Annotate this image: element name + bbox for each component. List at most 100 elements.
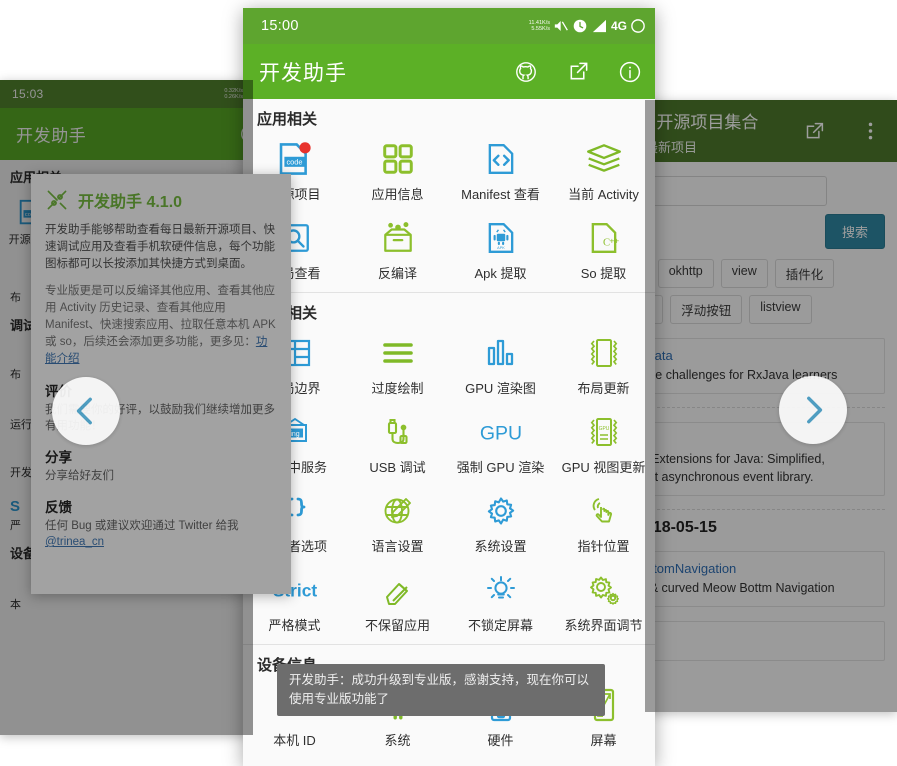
- grid-item-pointer-location[interactable]: 指针位置: [552, 484, 655, 563]
- left-partial-label-8: 本: [10, 599, 21, 611]
- grid-item-label: USB 调试: [369, 460, 426, 475]
- left-net-down: 0.26K/s: [224, 94, 243, 100]
- center-app-title: 开发助手: [259, 61, 347, 85]
- grid-item-system-ui-tuner[interactable]: 系统界面调节: [552, 563, 655, 642]
- eraser-icon: [381, 570, 415, 610]
- grid-item-apk-extract[interactable]: APK Apk 提取: [449, 211, 552, 290]
- about-dialog-paragraph-2: 专业版更是可以反编译其他应用、查看其他应用 Activity 历史记录、查看其他…: [31, 283, 291, 368]
- overflow-menu-icon[interactable]: [857, 118, 883, 144]
- grid-item-label: 屏幕: [590, 733, 617, 748]
- grid-item-local-apps[interactable]: 本机应用: [552, 757, 655, 766]
- twitter-handle-link[interactable]: @trinea_cn: [45, 536, 104, 548]
- svg-text:code: code: [286, 157, 302, 166]
- layers-icon: [585, 139, 623, 179]
- grid-item-system-settings[interactable]: 系统设置: [449, 484, 552, 563]
- mute-icon: [554, 19, 569, 33]
- grid-item-manifest[interactable]: Manifest 查看: [449, 132, 552, 211]
- four-squares-icon: [381, 139, 415, 179]
- bar-chart-icon: [486, 333, 516, 373]
- grid-item-network[interactable]: 网络相关: [243, 757, 346, 766]
- svg-text:HD: HD: [594, 21, 600, 25]
- svg-text:GPU: GPU: [479, 422, 521, 444]
- grid-item-usb-debug[interactable]: USB 调试: [346, 405, 449, 484]
- toast-message: 开发助手：成功升级到专业版，感谢支持，现在你可以使用专业版功能了: [277, 664, 605, 716]
- center-net-down: 5.55K/s: [531, 26, 550, 32]
- next-screenshot-button[interactable]: [779, 376, 847, 444]
- project-card[interactable]: RxJava Reactive Extensions for Java: Sim…: [645, 422, 885, 496]
- about-dialog-paragraph-2-text: 专业版更是可以反编译其他应用、查看其他应用 Activity 历史记录、查看其他…: [45, 285, 276, 348]
- chevron-left-icon: [76, 397, 92, 425]
- divider: [645, 407, 885, 408]
- grid-item-label: 系统界面调节: [564, 618, 643, 633]
- usb-cable-icon: [383, 412, 413, 452]
- grid-item-current-activity[interactable]: 当前 Activity: [552, 132, 655, 211]
- grid-item-gpu-view-update[interactable]: GPU GPU 视图更新: [552, 405, 655, 484]
- share-icon[interactable]: [565, 59, 591, 85]
- right-content: 站 搜索 RxJava okhttp view 插件化 animation 浮动…: [645, 162, 897, 712]
- three-lines-icon: [381, 333, 415, 373]
- chip[interactable]: view: [720, 259, 768, 288]
- center-status-icons: 11.41K/s 5.55K/s HD 4G: [529, 19, 645, 33]
- chip[interactable]: okhttp: [657, 259, 714, 288]
- grid-item-vm[interactable]: VM 虚拟机: [346, 757, 449, 766]
- pointer-hand-icon: [588, 491, 620, 531]
- chip[interactable]: listview: [749, 295, 812, 324]
- layout-refresh-icon: [589, 333, 619, 373]
- about-section-heading: 分享: [45, 450, 72, 465]
- about-feedback-text: 任何 Bug 或建议欢迎通过 Twitter 给我: [45, 520, 239, 532]
- project-desc: Some code challenges for RxJava learners: [645, 368, 838, 382]
- grid-item-label: GPU 渲染图: [465, 381, 536, 396]
- center-phone-screen: 15:00 11.41K/s 5.55K/s HD 4G 开发助手 应用相关 c…: [243, 8, 655, 766]
- grid-item-overdraw[interactable]: 过度绘制: [346, 326, 449, 405]
- project-name: MeowBottomNavigation: [645, 561, 737, 576]
- info-icon[interactable]: [617, 59, 643, 85]
- open-box-icon: [380, 218, 416, 258]
- gpu-view-update-icon: GPU: [589, 412, 619, 452]
- grid-item-label: 硬件: [487, 733, 514, 748]
- grid-item-label: 系统设置: [474, 539, 527, 554]
- grid-item-label: 过度绘制: [371, 381, 424, 396]
- grid-item-gpu-render-chart[interactable]: GPU 渲染图: [449, 326, 552, 405]
- gears-icon: [587, 570, 621, 610]
- center-status-bar: 15:00 11.41K/s 5.55K/s HD 4G: [243, 8, 655, 44]
- center-status-time: 15:00: [261, 18, 299, 34]
- apk-file-icon: APK: [484, 218, 518, 258]
- grid-item-label: 强制 GPU 渲染: [456, 460, 545, 475]
- right-appbar-actions: [801, 118, 883, 144]
- about-dialog-title: 开发助手 4.1.0: [78, 194, 183, 211]
- chevron-right-icon: [807, 396, 823, 424]
- wrench-screwdriver-icon: [45, 188, 69, 212]
- github-icon[interactable]: [513, 59, 539, 85]
- grid-item-layout-update[interactable]: 布局更新: [552, 326, 655, 405]
- gpu-text-icon: GPU: [475, 412, 527, 452]
- grid-item-label: So 提取: [580, 266, 627, 281]
- project-card[interactable]: [645, 621, 885, 661]
- svg-text:ing: ing: [290, 431, 299, 438]
- search-input[interactable]: 站: [645, 176, 827, 206]
- chip[interactable]: 插件化: [774, 259, 835, 288]
- search-button[interactable]: 搜索: [824, 214, 885, 249]
- chip[interactable]: 浮动按钮: [670, 295, 743, 324]
- lightbulb-icon: [485, 570, 517, 610]
- project-card[interactable]: RxJava Kata Some code challenges for RxJ…: [645, 338, 885, 394]
- grid-item-language-settings[interactable]: 语言设置: [346, 484, 449, 563]
- grid-item-cpu[interactable]: CPU: [449, 757, 552, 766]
- project-card[interactable]: MeowBottomNavigation A simple & curved M…: [645, 551, 885, 607]
- right-phone-screen: Android 开源项目集合 实时更新最新项目 站 搜索 RxJava: [645, 100, 897, 712]
- left-net-speed: 0.32K/s 0.26K/s: [224, 88, 243, 100]
- grid-item-force-gpu[interactable]: GPU 强制 GPU 渲染: [449, 405, 552, 484]
- left-status-time: 15:03: [12, 87, 44, 101]
- grid-item-decompile[interactable]: 反编译: [346, 211, 449, 290]
- svg-text:++: ++: [609, 235, 619, 245]
- center-grid-1: 布局边界 过度绘制 GPU 渲染图 布局更新 ing 运行中服务 USB 调试 …: [243, 326, 655, 642]
- grid-item-label: 不锁定屏幕: [467, 618, 533, 633]
- grid-item-no-keep-activities[interactable]: 不保留应用: [346, 563, 449, 642]
- share-icon[interactable]: [801, 118, 827, 144]
- about-section-body: 任何 Bug 或建议欢迎通过 Twitter 给我 @trinea_cn: [31, 518, 291, 550]
- right-app-bar: Android 开源项目集合 实时更新最新项目: [645, 100, 897, 162]
- grid-item-so-extract[interactable]: C ++ So 提取: [552, 211, 655, 290]
- grid-item-label: 当前 Activity: [568, 187, 639, 202]
- prev-screenshot-button[interactable]: [52, 377, 120, 445]
- grid-item-app-info[interactable]: 应用信息: [346, 132, 449, 211]
- grid-item-no-lock-screen[interactable]: 不锁定屏幕: [449, 563, 552, 642]
